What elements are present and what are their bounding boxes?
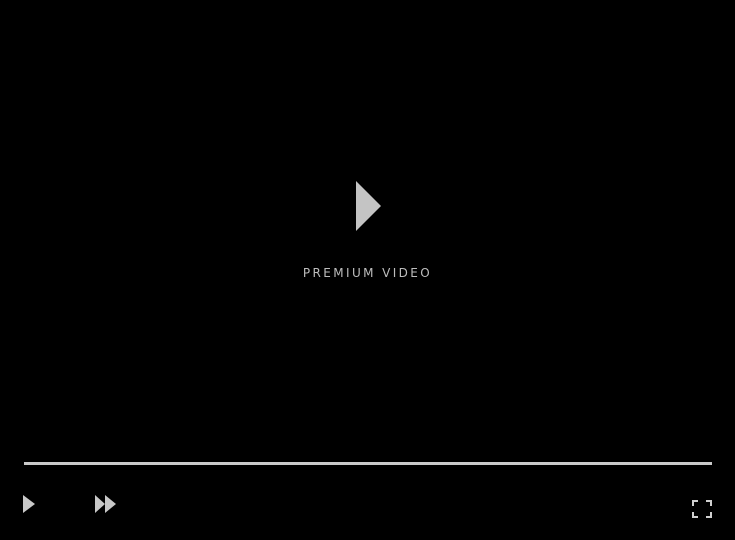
- progress-bar[interactable]: [24, 462, 712, 465]
- video-player[interactable]: PREMIUM VIDEO: [0, 0, 735, 540]
- play-icon: [23, 495, 35, 513]
- fullscreen-button[interactable]: [692, 500, 712, 518]
- play-icon: [356, 181, 381, 231]
- fast-forward-button[interactable]: [94, 494, 118, 514]
- video-title-label: PREMIUM VIDEO: [302, 266, 433, 280]
- play-button[interactable]: [22, 494, 36, 514]
- fast-forward-icon: [95, 495, 116, 513]
- fullscreen-icon: [692, 500, 712, 518]
- center-play-button[interactable]: [354, 180, 382, 232]
